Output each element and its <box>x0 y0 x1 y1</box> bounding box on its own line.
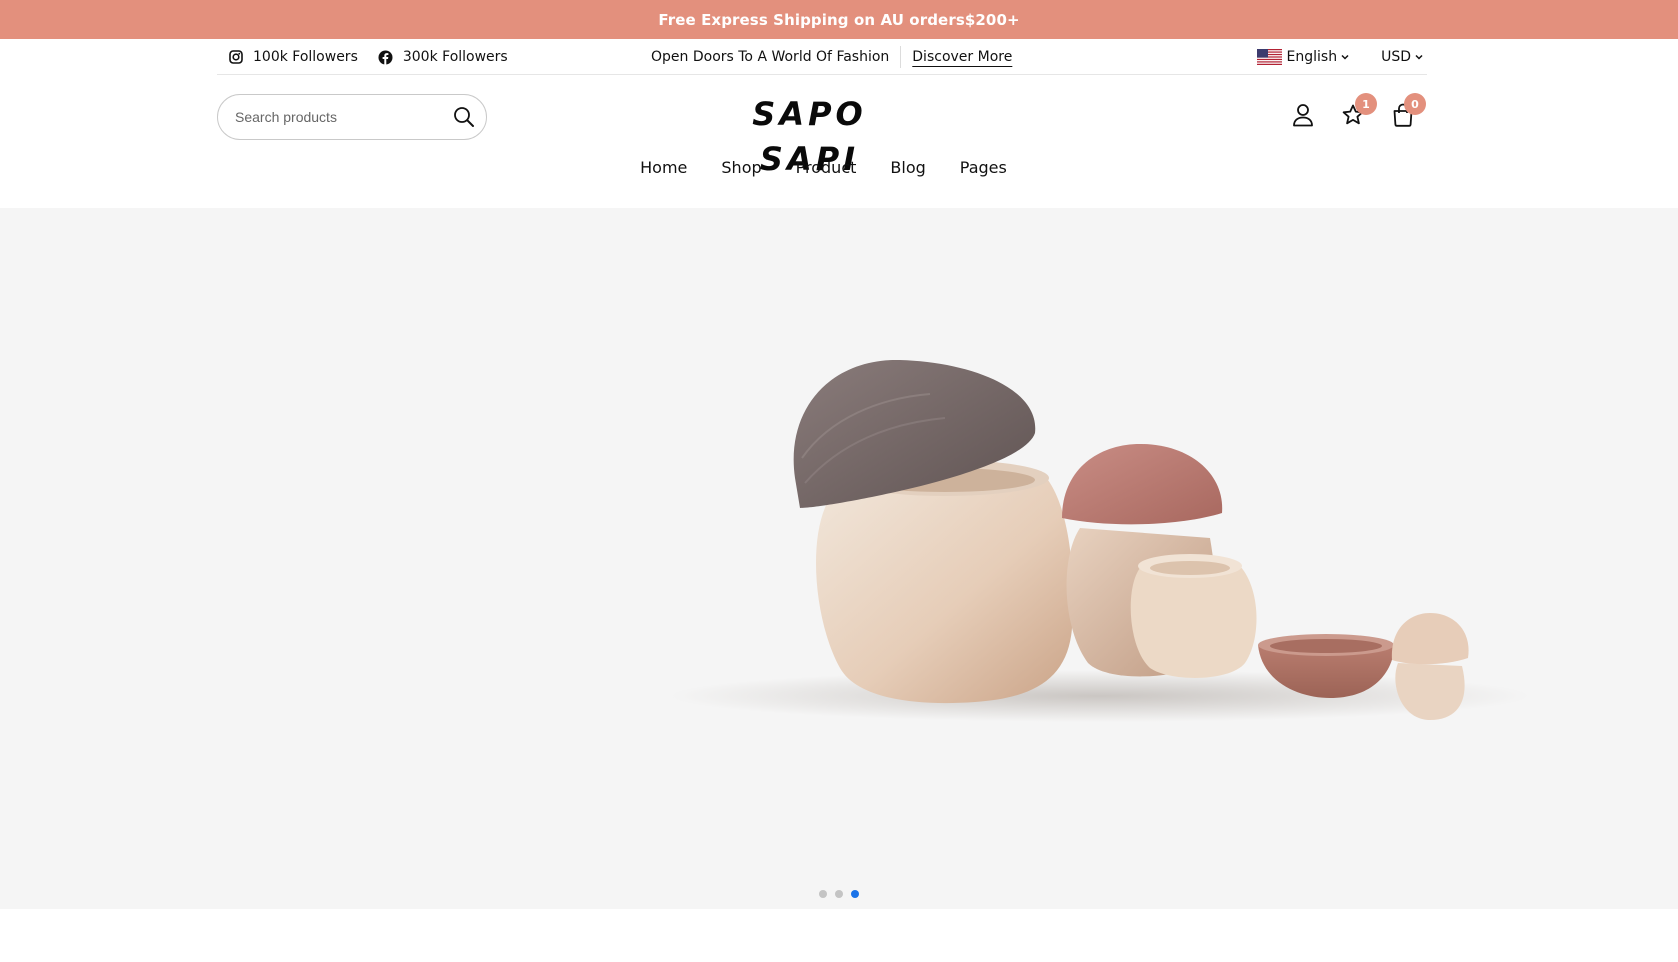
nav-item-home[interactable]: Home <box>640 158 687 188</box>
currency-selector[interactable]: USD <box>1381 49 1423 65</box>
facebook-icon <box>378 50 393 65</box>
facebook-followers: 300k Followers <box>402 49 508 65</box>
user-icon <box>1293 104 1313 127</box>
hero-slider[interactable] <box>0 208 1678 909</box>
nav-item-product[interactable]: Product <box>796 158 857 188</box>
language-label: English <box>1286 49 1338 65</box>
announcement-text: Free Express Shipping on AU orders$200+ <box>658 10 1020 29</box>
nav-item-shop[interactable]: Shop <box>721 158 761 188</box>
slider-pagination <box>0 890 1678 898</box>
chevron-down-icon <box>1415 54 1423 60</box>
hero-product-image <box>670 359 1530 722</box>
slider-dot-2[interactable] <box>835 890 843 898</box>
search-input[interactable] <box>235 109 445 125</box>
nav-item-blog[interactable]: Blog <box>890 158 925 188</box>
account-button[interactable] <box>1288 100 1318 130</box>
cart-count-badge: 0 <box>1404 93 1426 115</box>
nav-item-pages[interactable]: Pages <box>960 158 1007 188</box>
top-bar: 100k Followers 300k Followers Open Doors… <box>217 39 1427 75</box>
chevron-down-icon <box>1341 54 1349 60</box>
search-icon[interactable] <box>453 106 475 128</box>
header-actions: 1 0 <box>1288 93 1428 136</box>
search-box <box>217 94 487 140</box>
currency-label: USD <box>1381 49 1411 65</box>
language-selector[interactable]: English <box>1256 49 1350 65</box>
slider-dot-3[interactable] <box>851 890 859 898</box>
promo-divider <box>900 46 902 68</box>
instagram-followers: 100k Followers <box>253 49 358 65</box>
us-flag-icon <box>1256 49 1282 65</box>
instagram-link[interactable]: 100k Followers <box>229 49 358 65</box>
promo-message: Open Doors To A World Of Fashion Discove… <box>651 39 1012 75</box>
site-logo[interactable]: SAPO SAPI <box>726 92 893 178</box>
locale-switchers: English USD <box>1256 39 1427 75</box>
main-navigation: Home Shop Product Blog Pages <box>0 158 1678 188</box>
slider-dot-1[interactable] <box>819 890 827 898</box>
announcement-bar: Free Express Shipping on AU orders$200+ <box>0 0 1678 39</box>
facebook-link[interactable]: 300k Followers <box>378 49 508 65</box>
promo-text: Open Doors To A World Of Fashion <box>651 49 890 65</box>
social-links: 100k Followers 300k Followers <box>229 39 528 75</box>
instagram-icon <box>229 50 243 64</box>
discover-more-link[interactable]: Discover More <box>912 49 1012 65</box>
wishlist-count-badge: 1 <box>1355 93 1377 115</box>
